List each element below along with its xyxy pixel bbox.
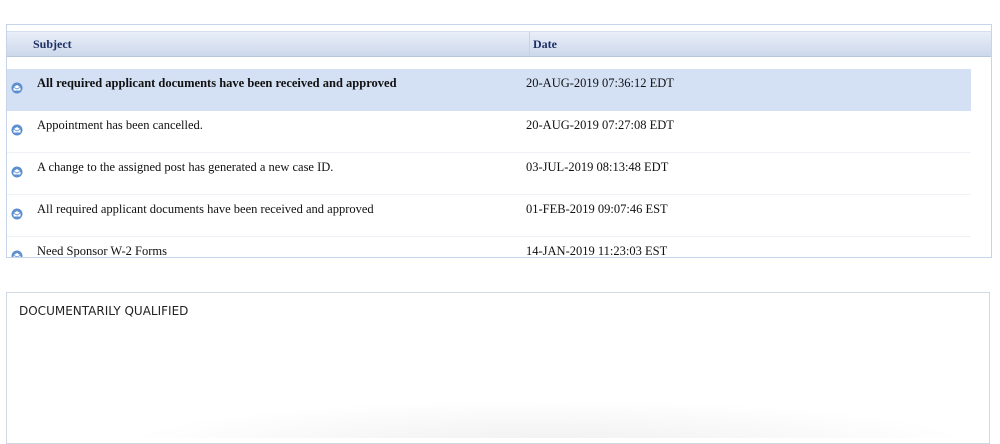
envelope-open-icon bbox=[11, 165, 23, 178]
date-column-header[interactable]: Date bbox=[529, 32, 933, 56]
message-row[interactable]: Need Sponsor W-2 Forms 14-JAN-2019 11:23… bbox=[7, 237, 971, 258]
message-subject[interactable]: All required applicant documents have be… bbox=[37, 69, 397, 98]
message-row[interactable]: A change to the assigned post has genera… bbox=[7, 153, 971, 195]
messages-list: All required applicant documents have be… bbox=[7, 69, 971, 258]
envelope-open-icon bbox=[11, 207, 23, 220]
message-row[interactable]: Appointment has been cancelled. 20-AUG-2… bbox=[7, 111, 971, 153]
message-subject[interactable]: Appointment has been cancelled. bbox=[37, 111, 203, 140]
message-subject[interactable]: All required applicant documents have be… bbox=[37, 195, 374, 224]
message-subject[interactable]: Need Sponsor W-2 Forms bbox=[37, 237, 167, 257]
message-date: 03-JUL-2019 08:13:48 EDT bbox=[526, 160, 669, 174]
envelope-open-icon bbox=[11, 123, 23, 136]
message-date: 14-JAN-2019 11:23:03 EST bbox=[526, 244, 668, 258]
envelope-open-icon bbox=[11, 249, 23, 257]
messages-panel: Subject Date All required applicant docu… bbox=[6, 24, 992, 258]
message-detail-panel: DOCUMENTARILY QUALIFIED bbox=[6, 292, 990, 444]
message-subject[interactable]: A change to the assigned post has genera… bbox=[37, 153, 333, 182]
message-date: 01-FEB-2019 09:07:46 EST bbox=[526, 202, 668, 216]
message-date: 20-AUG-2019 07:27:08 EDT bbox=[526, 118, 674, 132]
subject-column-header[interactable]: Subject bbox=[33, 32, 527, 56]
messages-table-header: Subject Date bbox=[7, 31, 991, 57]
message-date: 20-AUG-2019 07:36:12 EDT bbox=[526, 76, 674, 90]
envelope-open-icon bbox=[11, 81, 23, 94]
message-row[interactable]: All required applicant documents have be… bbox=[7, 69, 971, 111]
message-body: DOCUMENTARILY QUALIFIED bbox=[19, 304, 189, 318]
message-row[interactable]: All required applicant documents have be… bbox=[7, 195, 971, 237]
